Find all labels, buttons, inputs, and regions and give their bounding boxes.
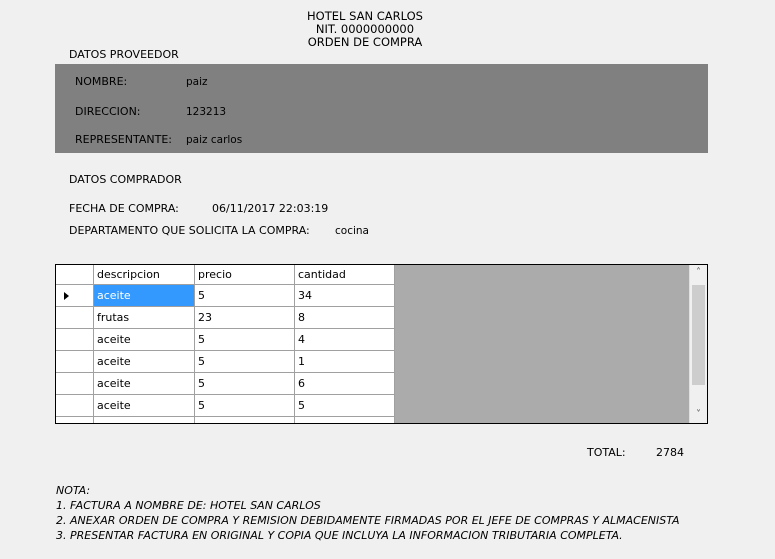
supplier-panel: NOMBRE: paiz DIRECCION: 123213 REPRESENT… bbox=[55, 64, 708, 153]
table-row[interactable]: aceite 5 4 bbox=[56, 328, 395, 351]
cell-descripcion[interactable]: aceite bbox=[93, 394, 195, 417]
table-row[interactable]: aceite 5 6 bbox=[56, 372, 395, 395]
total-value: 2784 bbox=[656, 446, 684, 459]
cell-cantidad[interactable]: 1 bbox=[294, 350, 395, 373]
cell-descripcion[interactable]: aceite bbox=[93, 328, 195, 351]
row-header-corner bbox=[56, 265, 94, 285]
table-row[interactable]: aceite 5 1 bbox=[56, 350, 395, 373]
supplier-address-value: 123213 bbox=[186, 106, 227, 118]
total-label: TOTAL: bbox=[587, 446, 626, 459]
scroll-down-icon[interactable]: ˅ bbox=[690, 407, 707, 423]
supplier-rep-label: REPRESENTANTE: bbox=[75, 133, 172, 146]
note-line-1: 1. FACTURA A NOMBRE DE: HOTEL SAN CARLOS bbox=[56, 499, 321, 512]
cell-cantidad[interactable]: 5 bbox=[294, 394, 395, 417]
column-header-cantidad[interactable]: cantidad bbox=[294, 265, 395, 285]
cell-descripcion[interactable]: frutas bbox=[93, 306, 195, 329]
supplier-name-value: paiz bbox=[186, 76, 208, 88]
supplier-name-label: NOMBRE: bbox=[75, 75, 128, 88]
cell-precio[interactable]: 5 bbox=[194, 328, 295, 351]
row-header[interactable] bbox=[56, 416, 94, 423]
cell-precio[interactable]: 23 bbox=[194, 306, 295, 329]
items-table: descripcion precio cantidad aceite 5 34 … bbox=[56, 265, 395, 423]
column-header-descripcion[interactable]: descripcion bbox=[93, 265, 195, 285]
table-row[interactable]: aceite 5 34 bbox=[56, 284, 395, 307]
vertical-scrollbar[interactable]: ˄ ˅ bbox=[689, 265, 707, 423]
current-row-arrow-icon bbox=[64, 291, 69, 300]
cell-descripcion[interactable]: aceite bbox=[93, 284, 195, 307]
row-header[interactable] bbox=[56, 394, 94, 417]
notes-title: NOTA: bbox=[56, 484, 91, 497]
supplier-address-label: DIRECCION: bbox=[75, 105, 141, 118]
row-header[interactable] bbox=[56, 306, 94, 329]
cell-empty[interactable] bbox=[93, 416, 195, 423]
cell-empty[interactable] bbox=[194, 416, 295, 423]
hotel-nit: NIT. 0000000000 bbox=[315, 22, 415, 36]
row-header-current[interactable] bbox=[56, 284, 94, 307]
items-grid[interactable]: descripcion precio cantidad aceite 5 34 … bbox=[55, 264, 708, 424]
row-header[interactable] bbox=[56, 350, 94, 373]
hotel-name: HOTEL SAN CARLOS bbox=[307, 9, 423, 23]
cell-empty[interactable] bbox=[294, 416, 395, 423]
supplier-section-title: DATOS PROVEEDOR bbox=[69, 48, 179, 61]
row-header[interactable] bbox=[56, 372, 94, 395]
note-line-3: 3. PRESENTAR FACTURA EN ORIGINAL Y COPIA… bbox=[56, 529, 623, 542]
table-row[interactable]: frutas 23 8 bbox=[56, 306, 395, 329]
cell-precio[interactable]: 5 bbox=[194, 350, 295, 373]
department-value: cocina bbox=[335, 225, 369, 237]
cell-precio[interactable]: 5 bbox=[194, 372, 295, 395]
cell-precio[interactable]: 5 bbox=[194, 394, 295, 417]
cell-cantidad[interactable]: 8 bbox=[294, 306, 395, 329]
department-label: DEPARTAMENTO QUE SOLICITA LA COMPRA: bbox=[69, 224, 310, 237]
cell-precio[interactable]: 5 bbox=[194, 284, 295, 307]
purchase-date-value: 06/11/2017 22:03:19 bbox=[212, 202, 329, 215]
document-title: ORDEN DE COMPRA bbox=[307, 35, 423, 49]
purchase-date-label: FECHA DE COMPRA: bbox=[69, 202, 179, 215]
cell-cantidad[interactable]: 6 bbox=[294, 372, 395, 395]
scrollbar-thumb[interactable] bbox=[692, 285, 705, 385]
scroll-up-icon[interactable]: ˄ bbox=[690, 265, 707, 281]
table-row-partial[interactable] bbox=[56, 416, 395, 423]
note-line-2: 2. ANEXAR ORDEN DE COMPRA Y REMISION DEB… bbox=[56, 514, 680, 527]
cell-cantidad[interactable]: 34 bbox=[294, 284, 395, 307]
column-header-precio[interactable]: precio bbox=[194, 265, 295, 285]
cell-cantidad[interactable]: 4 bbox=[294, 328, 395, 351]
row-header[interactable] bbox=[56, 328, 94, 351]
cell-descripcion[interactable]: aceite bbox=[93, 350, 195, 373]
buyer-section-title: DATOS COMPRADOR bbox=[69, 173, 182, 186]
supplier-rep-value: paiz carlos bbox=[186, 134, 243, 146]
table-row[interactable]: aceite 5 5 bbox=[56, 394, 395, 417]
cell-descripcion[interactable]: aceite bbox=[93, 372, 195, 395]
table-header-row: descripcion precio cantidad bbox=[56, 265, 395, 285]
